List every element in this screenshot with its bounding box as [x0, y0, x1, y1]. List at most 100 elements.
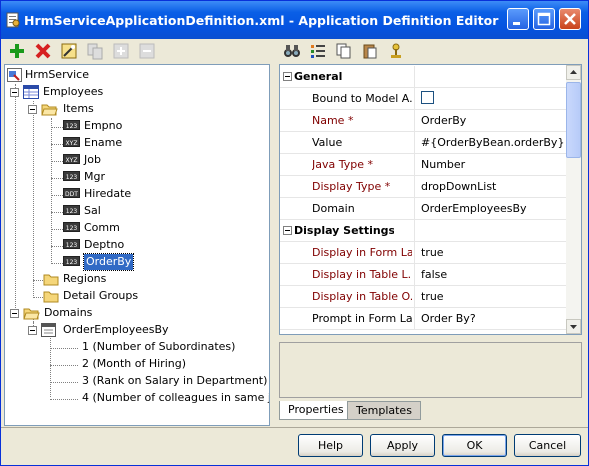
- property-value[interactable]: true: [421, 246, 444, 259]
- property-name: Bound to Model A...: [312, 92, 412, 105]
- collapse-toggle[interactable]: [10, 88, 19, 97]
- tree-node-root[interactable]: HrmService: [7, 67, 257, 83]
- property-row[interactable]: Value #{OrderByBean.orderBy}: [280, 132, 566, 154]
- structure-tree[interactable]: HrmService Employees Items 123 Empno XYZ En…: [4, 64, 270, 426]
- tree-label: 3 (Rank on Salary in Department): [82, 374, 268, 387]
- pin-icon[interactable]: [387, 42, 405, 60]
- properties-grid[interactable]: General Bound to Model A... Name * OrderBy V…: [279, 64, 582, 335]
- property-value[interactable]: OrderEmployeesBy: [421, 202, 527, 215]
- tree-label: Mgr: [84, 170, 105, 183]
- attribute-type-icon: XYZ: [63, 154, 80, 164]
- divider: [1, 427, 588, 428]
- cancel-button[interactable]: Cancel: [514, 434, 581, 457]
- tree-label: Detail Groups: [63, 289, 139, 302]
- binoculars-icon[interactable]: [283, 42, 301, 60]
- paste-icon[interactable]: [361, 42, 379, 60]
- property-name: Name *: [312, 114, 354, 127]
- document-icon: [6, 12, 20, 28]
- property-value[interactable]: OrderBy: [421, 114, 466, 127]
- tree-node-employees[interactable]: Employees: [23, 84, 253, 100]
- property-row[interactable]: Display in Form La... true: [280, 242, 566, 264]
- property-row[interactable]: Domain OrderEmployeesBy: [280, 198, 566, 220]
- properties-toolbar: [279, 39, 584, 63]
- wizard-icon[interactable]: [60, 42, 78, 60]
- title-bar[interactable]: HrmServiceApplicationDefinition.xml - Ap…: [1, 1, 588, 39]
- tree-label: Deptno: [84, 238, 125, 251]
- attribute-type-icon: 123: [63, 239, 80, 249]
- add-icon[interactable]: [8, 42, 26, 60]
- minimize-button[interactable]: [507, 8, 529, 30]
- folder-icon: [43, 274, 59, 286]
- property-row[interactable]: Display in Table L... false: [280, 264, 566, 286]
- property-value[interactable]: Number: [421, 158, 465, 171]
- property-name: Domain: [312, 202, 355, 215]
- tree-node-attribute[interactable]: XYZ Ename: [63, 135, 223, 151]
- properties-scrollbar[interactable]: [566, 65, 581, 334]
- section-display-settings[interactable]: Display Settings: [280, 220, 566, 242]
- scroll-down-button[interactable]: [566, 319, 581, 334]
- tree-node-detail-groups[interactable]: Detail Groups: [43, 288, 243, 304]
- tree-node-attribute[interactable]: 123 Sal: [63, 203, 223, 219]
- collapse-toggle[interactable]: [28, 326, 37, 335]
- tree-label: 2 (Month of Hiring): [82, 357, 187, 370]
- delete-icon[interactable]: [34, 42, 52, 60]
- tree-node-attribute[interactable]: 123 Comm: [63, 220, 223, 236]
- collapse-toggle[interactable]: [283, 72, 292, 81]
- scroll-up-button[interactable]: [566, 65, 581, 80]
- property-name: Display in Table O...: [312, 290, 412, 303]
- section-general[interactable]: General: [280, 66, 566, 88]
- arrow-down-icon: [570, 325, 577, 329]
- property-value[interactable]: #{OrderByBean.orderBy}: [421, 136, 564, 149]
- tree-node-domain-value[interactable]: 2 (Month of Hiring): [82, 356, 267, 372]
- property-name: Display Type *: [312, 180, 391, 193]
- bound-to-model-checkbox[interactable]: [421, 91, 434, 107]
- property-row[interactable]: Display Type * dropDownList: [280, 176, 566, 198]
- property-value[interactable]: true: [421, 290, 444, 303]
- tree-node-items[interactable]: Items: [41, 101, 241, 117]
- tree-node-attribute[interactable]: 123 Empno: [63, 118, 223, 134]
- property-row[interactable]: Name * OrderBy: [280, 110, 566, 132]
- property-row[interactable]: Prompt in Form La... Order By?: [280, 308, 566, 330]
- tree-node-domain[interactable]: OrderEmployeesBy: [41, 322, 261, 338]
- scroll-thumb[interactable]: [566, 82, 581, 158]
- close-button[interactable]: [559, 8, 581, 30]
- property-row[interactable]: Java Type * Number: [280, 154, 566, 176]
- tree-node-attribute[interactable]: 123 Deptno: [63, 237, 223, 253]
- tree-node-domain-value[interactable]: 3 (Rank on Salary in Department): [82, 373, 267, 389]
- section-title: Display Settings: [294, 224, 394, 237]
- tree-node-domain-value[interactable]: 4 (Number of colleagues in same job): [82, 390, 269, 406]
- tab-properties[interactable]: Properties: [279, 401, 353, 420]
- open-folder-icon: [41, 104, 58, 116]
- collapse-toggle[interactable]: [283, 226, 292, 235]
- tree-label: Empno: [84, 119, 123, 132]
- property-row[interactable]: Bound to Model A...: [280, 88, 566, 110]
- apply-button[interactable]: Apply: [370, 434, 435, 457]
- collapse-toggle[interactable]: [28, 105, 37, 114]
- property-row[interactable]: Display in Table O... true: [280, 286, 566, 308]
- property-value[interactable]: dropDownList: [421, 180, 496, 193]
- categorized-list-icon[interactable]: [309, 42, 327, 60]
- tab-templates[interactable]: Templates: [347, 401, 421, 420]
- collapse-toggle[interactable]: [10, 309, 19, 318]
- property-value[interactable]: false: [421, 268, 447, 281]
- tree-node-attribute[interactable]: 123 OrderBy: [63, 253, 223, 271]
- help-button[interactable]: Help: [298, 434, 363, 457]
- property-value[interactable]: Order By?: [421, 312, 476, 325]
- copy-properties-icon[interactable]: [335, 42, 353, 60]
- tree-label: OrderBy: [82, 253, 135, 271]
- svg-text:123: 123: [66, 259, 78, 266]
- maximize-button[interactable]: [533, 8, 555, 30]
- tree-node-domains[interactable]: Domains: [23, 305, 223, 321]
- tree-node-attribute[interactable]: XYZ Job: [63, 152, 223, 168]
- tree-node-attribute[interactable]: DDT Hiredate: [63, 186, 223, 202]
- svg-text:123: 123: [66, 225, 78, 232]
- tree-node-regions[interactable]: Regions: [43, 271, 243, 287]
- tree-node-attribute[interactable]: 123 Mgr: [63, 169, 223, 185]
- tree-label: Items: [63, 102, 94, 115]
- property-name: Display in Table L...: [312, 268, 412, 281]
- open-folder-icon: [23, 308, 40, 320]
- property-name: Java Type *: [312, 158, 373, 171]
- tree-node-domain-value[interactable]: 1 (Number of Subordinates): [82, 339, 267, 355]
- ok-button[interactable]: OK: [442, 434, 507, 457]
- tree-label: HrmService: [25, 68, 89, 81]
